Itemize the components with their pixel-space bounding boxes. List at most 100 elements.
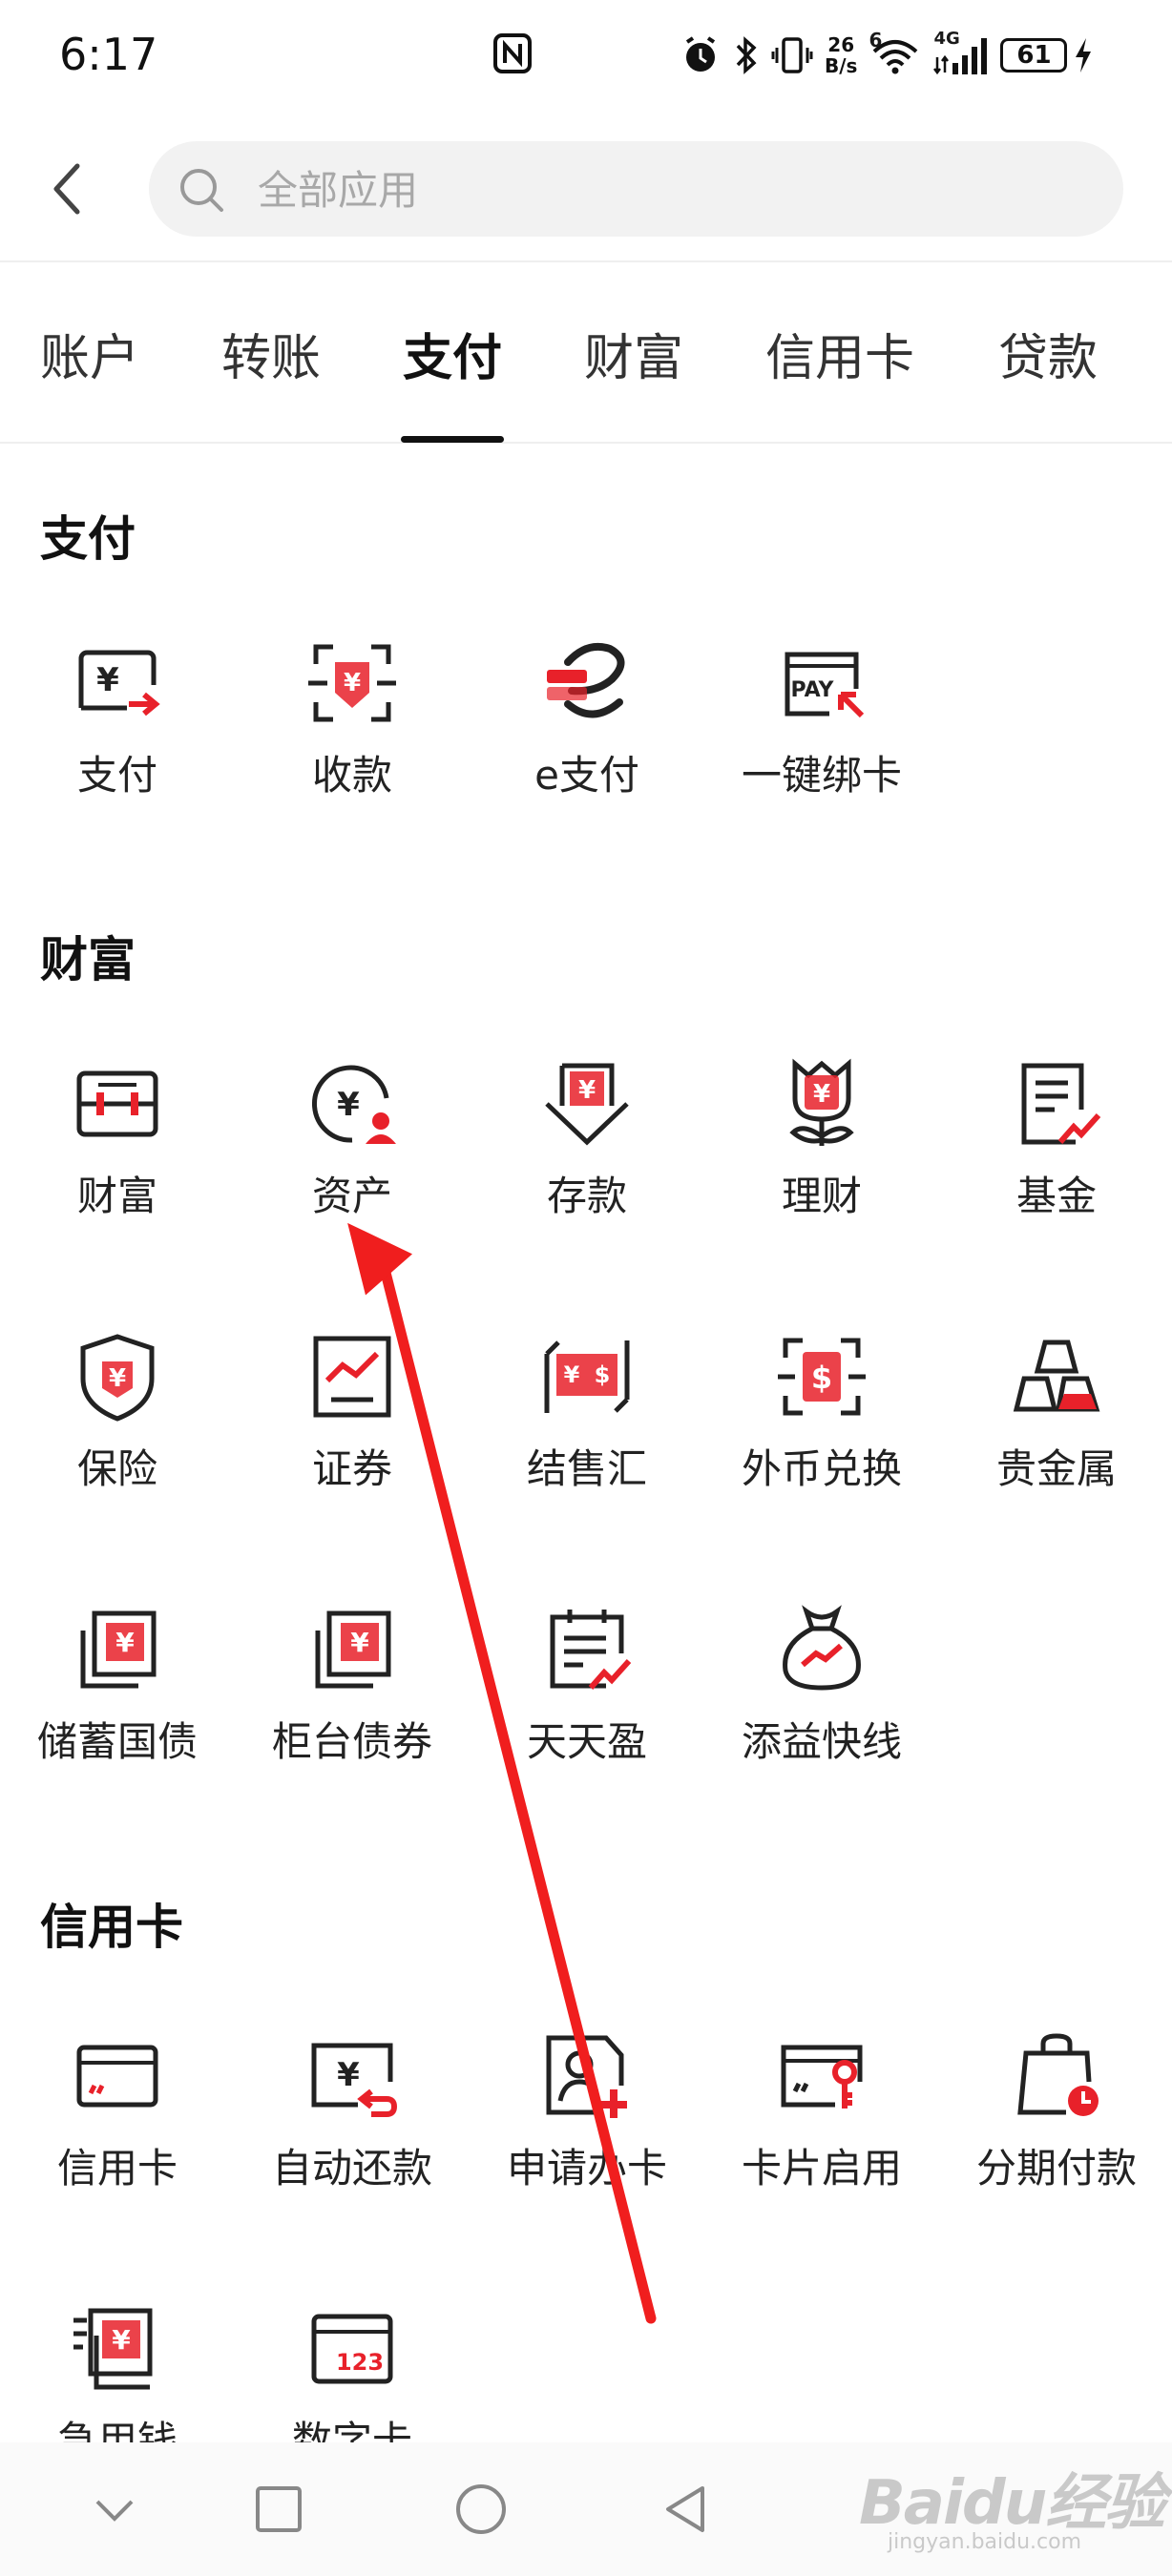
grid-item-apply-card[interactable]: 申请办卡 <box>470 2028 704 2219</box>
vibrate-icon <box>771 37 813 73</box>
net-speed: 26 B/s <box>825 33 858 77</box>
grid-item-deposit[interactable]: ¥ 存款 <box>470 1056 704 1247</box>
dollar-scan-icon: $ <box>778 1338 866 1416</box>
tab-wealth[interactable]: 财富 <box>584 318 683 389</box>
grid-item-currency-exchange[interactable]: $ 外币兑换 <box>704 1329 939 1520</box>
grid-item-label: 保险 <box>76 1445 157 1492</box>
grid-item-label: 信用卡 <box>56 2145 178 2192</box>
grid-item-auto-repay[interactable]: ¥ 自动还款 <box>235 2028 470 2219</box>
exchange-settlement-icon: ¥ $ <box>544 1340 630 1413</box>
svg-text:$: $ <box>811 1360 832 1396</box>
tab-credit-card[interactable]: 信用卡 <box>765 318 914 389</box>
battery-icon: 61 <box>1000 38 1068 73</box>
grid-item-label: 天天盈 <box>526 1718 647 1765</box>
grid-item-finance[interactable]: ¥ 理财 <box>704 1056 939 1247</box>
svg-text:$: $ <box>595 1361 611 1388</box>
svg-text:PAY: PAY <box>791 678 835 702</box>
grid-item-e-pay[interactable]: e支付 <box>470 635 704 826</box>
installment-bag-icon <box>1017 2033 1099 2116</box>
tab-account[interactable]: 账户 <box>40 318 139 389</box>
search-icon <box>180 169 223 212</box>
counter-bond-icon: ¥ <box>315 1610 391 1689</box>
grid-item-label: 卡片启用 <box>741 2145 902 2192</box>
e-pay-icon <box>547 642 625 718</box>
tab-transfer[interactable]: 转账 <box>221 318 321 389</box>
grid-item-daily-income[interactable]: 天天盈 <box>470 1602 704 1793</box>
grid-item-label: 收款 <box>311 752 392 799</box>
svg-text:¥: ¥ <box>109 1364 126 1393</box>
grid-item-precious-metal[interactable]: 贵金属 <box>939 1329 1172 1520</box>
back-arrow-icon[interactable] <box>43 160 91 218</box>
savings-bond-icon: ¥ <box>80 1610 157 1689</box>
grid-item-wealth[interactable]: 财富 <box>0 1056 235 1247</box>
back-triangle-icon[interactable] <box>659 2481 716 2538</box>
cellular-indicator: 4G <box>933 29 989 76</box>
search-header <box>0 114 1172 262</box>
grid-item-label: 基金 <box>1015 1173 1097 1219</box>
grid-item-label: 申请办卡 <box>506 2145 667 2192</box>
section-title-wealth: 财富 <box>40 932 136 987</box>
digital-card-icon: 123 <box>311 2314 393 2384</box>
grid-item-label: 资产 <box>311 1173 392 1219</box>
fund-document-icon <box>1021 1063 1101 1145</box>
home-circle-icon[interactable] <box>452 2481 510 2538</box>
tab-loan[interactable]: 贷款 <box>998 318 1098 389</box>
grid-item-label: 支付 <box>76 752 157 799</box>
tab-payment[interactable]: 支付 <box>403 318 502 389</box>
grid-item-label: 储蓄国债 <box>36 1718 198 1765</box>
money-bag-icon <box>783 1605 861 1691</box>
watermark-brand: Baidu经验 <box>859 2468 1165 2539</box>
nfc-icon <box>493 33 532 73</box>
grid-item-pay[interactable]: ¥ 支付 <box>0 635 235 826</box>
grid-item-installment[interactable]: 分期付款 <box>939 2028 1172 2219</box>
category-tabs: 账户 转账 支付 财富 信用卡 贷款 <box>0 262 1172 444</box>
grid-item-credit-card[interactable]: 信用卡 <box>0 2028 235 2219</box>
svg-text:¥: ¥ <box>112 2324 131 2356</box>
grid-item-assets[interactable]: ¥ 资产 <box>235 1056 470 1247</box>
grid-item-tianyi-express[interactable]: 添益快线 <box>704 1602 939 1793</box>
wealth-box-icon <box>76 1070 158 1137</box>
watermark-url: jingyan.baidu.com <box>888 2530 1082 2554</box>
grid-item-receive[interactable]: ¥ 收款 <box>235 635 470 826</box>
grid-item-label: 柜台债券 <box>271 1718 432 1765</box>
grid-item-label: 分期付款 <box>975 2145 1137 2192</box>
grid-item-label: 理财 <box>781 1173 862 1219</box>
status-icons: 26 B/s 6 4G 61 <box>680 29 1094 82</box>
apply-card-icon <box>546 2035 627 2118</box>
search-bar[interactable] <box>149 141 1123 239</box>
grid-item-insurance[interactable]: ¥ 保险 <box>0 1329 235 1520</box>
grid-item-bind-card[interactable]: PAY 一键绑卡 <box>704 635 939 826</box>
svg-text:¥: ¥ <box>578 1076 596 1105</box>
search-input[interactable] <box>256 141 1099 239</box>
grid-item-card-activate[interactable]: 卡片启用 <box>704 2028 939 2219</box>
svg-text:¥: ¥ <box>337 2056 360 2094</box>
battery-indicator: 61 <box>1000 36 1094 74</box>
recents-square-icon[interactable] <box>250 2481 307 2538</box>
charging-icon <box>1076 38 1092 73</box>
pay-screen-icon: ¥ <box>78 650 160 717</box>
chevron-down-icon[interactable] <box>86 2481 143 2538</box>
svg-text:¥: ¥ <box>337 1086 360 1124</box>
grid-item-label: 结售汇 <box>526 1445 647 1492</box>
grid-item-savings-bond[interactable]: ¥ 储蓄国债 <box>0 1602 235 1793</box>
auto-repay-icon: ¥ <box>311 2043 398 2117</box>
grid-item-label: 贵金属 <box>995 1445 1117 1492</box>
grid-item-label: 添益快线 <box>741 1718 902 1765</box>
grid-item-label: 一键绑卡 <box>741 752 902 799</box>
card-number-text: 123 <box>336 2349 384 2376</box>
grid-item-label: 财富 <box>76 1173 157 1219</box>
svg-text:¥: ¥ <box>350 1627 369 1658</box>
grid-item-securities[interactable]: 证券 <box>235 1329 470 1520</box>
flower-yen-icon: ¥ <box>789 1058 854 1146</box>
svg-text:¥: ¥ <box>96 661 119 699</box>
grid-item-fx-settlement[interactable]: ¥ $ 结售汇 <box>470 1329 704 1520</box>
grid-item-fund[interactable]: 基金 <box>939 1056 1172 1247</box>
credit-card-icon <box>76 2045 158 2108</box>
status-bar: 6:17 26 B/s 6 4G 61 <box>0 0 1172 114</box>
svg-text:¥: ¥ <box>344 669 361 697</box>
calendar-growth-icon <box>550 1610 632 1690</box>
asset-yen-user-icon: ¥ <box>311 1065 396 1144</box>
pay-bind-card-icon: PAY <box>785 652 865 718</box>
section-title-payment: 支付 <box>40 511 136 567</box>
grid-item-counter-bond[interactable]: ¥ 柜台债券 <box>235 1602 470 1793</box>
